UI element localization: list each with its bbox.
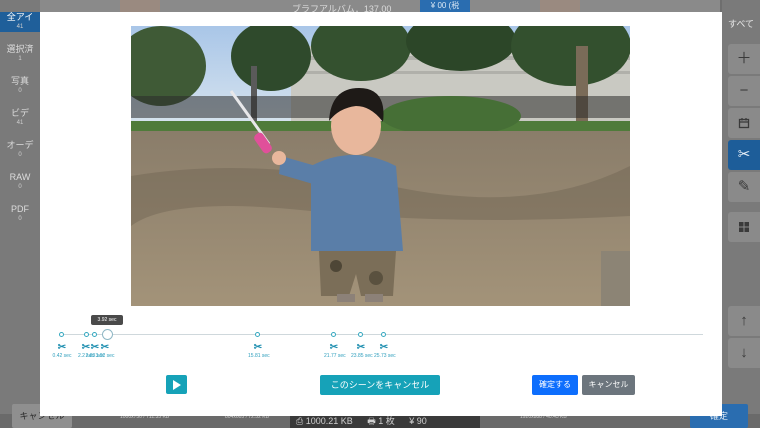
timeline-time-tooltip: 3.92 sec: [91, 315, 123, 325]
cut-point[interactable]: ✂ 15.81 sec: [248, 342, 270, 360]
scissors-icon[interactable]: ✂: [728, 140, 760, 170]
cancel-button[interactable]: キャンセル: [582, 375, 635, 395]
scissors-icon: ✂: [356, 342, 366, 353]
timeline-marker[interactable]: [255, 332, 260, 337]
cut-point[interactable]: ✂ 0.42 sec: [52, 342, 72, 360]
order-status-bar: ⎙ 1000.21 KB 🖶 1 枚 ¥ 90: [290, 414, 480, 428]
grid-icon[interactable]: [728, 212, 760, 242]
play-button[interactable]: [166, 375, 187, 394]
calendar-icon[interactable]: [728, 108, 760, 138]
video-trim-modal: 3.92 sec ✂ 0.42 sec ✂ 2.2 sec ✂ 2.89 sec ✂ 3…: [40, 12, 722, 416]
edit-icon[interactable]: ✎: [728, 172, 760, 202]
sidebar-item-raw[interactable]: RAW 0: [0, 172, 40, 192]
arrow-down-icon[interactable]: ↓: [728, 338, 760, 368]
scissors-icon: ✂: [100, 342, 110, 353]
confirm-button[interactable]: 確定する: [532, 375, 578, 395]
timeline-marker[interactable]: [331, 332, 336, 337]
sidebar-item-audio[interactable]: オーデ 0: [0, 140, 40, 160]
cut-point[interactable]: ✂ 23.85 sec: [351, 342, 373, 360]
file-size-text: ⎙ 1000.21 KB: [296, 416, 353, 426]
timeline-marker[interactable]: [381, 332, 386, 337]
timeline-marker[interactable]: [92, 332, 97, 337]
sidebar-item-pdf[interactable]: PDF 0: [0, 204, 40, 224]
cut-point[interactable]: ✂ 25.73 sec: [374, 342, 396, 360]
timeline-marker[interactable]: [59, 332, 64, 337]
arrow-up-icon[interactable]: ↑: [728, 306, 760, 336]
sidebar-item-photos[interactable]: 写真 0: [0, 76, 40, 96]
scissors-icon: ✂: [57, 342, 67, 353]
sidebar-item-all[interactable]: 全アイ 41: [0, 12, 40, 32]
price-text: ¥ 90: [409, 416, 427, 426]
play-icon: [173, 380, 181, 390]
timeline-playhead[interactable]: [102, 329, 113, 340]
select-all-label[interactable]: すべて: [722, 14, 760, 34]
video-preview[interactable]: [131, 26, 630, 306]
minus-icon[interactable]: −: [728, 76, 760, 106]
page-count-text: 🖶 1 枚: [367, 416, 395, 426]
cancel-scene-button[interactable]: このシーンをキャンセル: [320, 375, 440, 395]
plus-icon[interactable]: ＋: [728, 44, 760, 74]
background-thumbnail: [540, 0, 580, 12]
scissors-icon: ✂: [253, 342, 263, 353]
cut-point[interactable]: ✂ 21.77 sec: [324, 342, 346, 360]
timeline-marker[interactable]: [358, 332, 363, 337]
category-sidebar: 全アイ 41 選択済 1 写真 0 ビデ 41 オーデ 0 RAW 0 PDF 0: [0, 0, 40, 428]
sidebar-item-selected[interactable]: 選択済 1: [0, 44, 40, 64]
timeline-marker[interactable]: [84, 332, 89, 337]
cut-point[interactable]: ✂ 3.92 sec: [95, 342, 115, 360]
sidebar-item-videos[interactable]: ビデ 41: [0, 108, 40, 128]
background-price-button: ¥ 00 (税: [420, 0, 470, 12]
scissors-icon: ✂: [329, 342, 339, 353]
background-thumbnail: [120, 0, 160, 12]
scissors-icon: ✂: [379, 342, 389, 353]
